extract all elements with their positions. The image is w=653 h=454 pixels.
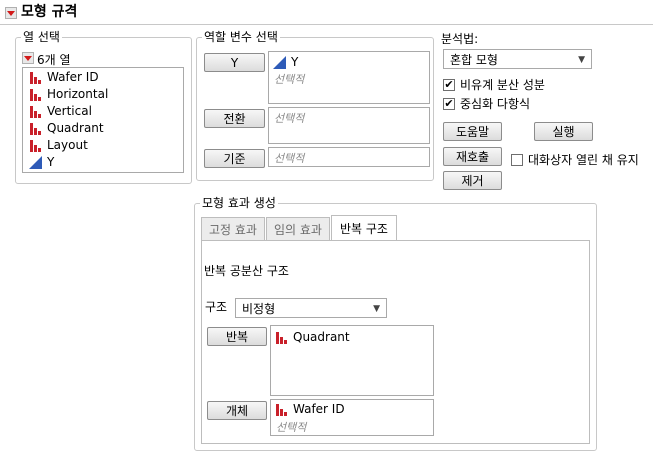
unbounded-variance-label: 비유계 분산 성분 (460, 78, 545, 92)
column-label: Horizontal (47, 87, 109, 101)
repeated-role-button[interactable]: 반복 (207, 327, 267, 346)
subject-role-list[interactable]: Wafer ID 선택적 (270, 399, 434, 436)
tab-random-effects[interactable]: 임의 효과 (266, 217, 330, 240)
column-label: Y (47, 155, 55, 169)
column-label: Vertical (47, 104, 92, 118)
continuous-wedge-icon (29, 155, 43, 169)
unbounded-variance-option[interactable]: ✔ 비유계 분산 성분 (443, 76, 545, 93)
freq-role-list[interactable]: 선택적 (268, 107, 430, 144)
list-item[interactable]: Quadrant (29, 120, 104, 136)
y-role-item: Y (291, 55, 299, 69)
column-label: Quadrant (47, 121, 104, 135)
analysis-label: 분석법: (441, 32, 479, 46)
repeated-role-item: Quadrant (293, 330, 350, 344)
continuous-wedge-icon (273, 55, 287, 69)
column-list[interactable]: Wafer ID Horizontal Vertical Quadrant La… (22, 67, 184, 173)
checkbox-unchecked-icon[interactable] (511, 153, 523, 166)
model-effects-legend: 모형 효과 생성 (200, 196, 278, 210)
disclosure-icon[interactable] (5, 7, 17, 19)
effects-tabbar: 고정 효과 임의 효과 반복 구조 (201, 215, 591, 240)
list-item[interactable]: Horizontal (29, 86, 108, 102)
list-item[interactable]: Y (29, 154, 54, 170)
chevron-down-icon: ▼ (373, 304, 380, 314)
column-list-menu-icon[interactable] (22, 52, 34, 64)
structure-label: 구조 (205, 300, 228, 314)
nominal-bar-icon (29, 122, 43, 135)
column-label: Wafer ID (47, 70, 99, 84)
nominal-bar-icon (29, 88, 43, 101)
checkbox-checked-icon[interactable]: ✔ (443, 78, 455, 91)
tab-repeated-structure[interactable]: 반복 구조 (331, 215, 397, 240)
list-item[interactable]: Vertical (29, 103, 92, 119)
nominal-bar-icon (275, 331, 289, 344)
repeated-covariance-heading: 반복 공분산 구조 (204, 264, 289, 278)
list-item[interactable]: Wafer ID (275, 401, 345, 417)
subject-role-placeholder: 선택적 (276, 421, 307, 434)
keep-dialog-open-label: 대화상자 열린 채 유지 (528, 153, 639, 167)
by-role-placeholder: 선택적 (274, 152, 305, 165)
analysis-method-select[interactable]: 혼합 모형 ▼ (443, 49, 592, 69)
center-polynomial-option[interactable]: ✔ 중심화 다항식 (443, 95, 530, 112)
checkbox-checked-icon[interactable]: ✔ (443, 97, 455, 110)
center-polynomial-label: 중심화 다항식 (460, 97, 531, 111)
repeated-role-list[interactable]: Quadrant (270, 325, 434, 396)
remove-button[interactable]: 제거 (443, 171, 502, 190)
recall-button[interactable]: 재호출 (443, 147, 502, 166)
nominal-bar-icon (29, 71, 43, 84)
help-button[interactable]: 도움말 (443, 122, 502, 141)
y-role-button[interactable]: Y (204, 53, 265, 72)
analysis-method-value: 혼합 모형 (450, 52, 498, 67)
freq-role-button[interactable]: 전환 (204, 109, 265, 128)
role-select-legend: 역할 변수 선택 (202, 30, 280, 44)
list-item[interactable]: Layout (29, 137, 88, 153)
column-label: Layout (47, 138, 88, 152)
subject-role-button[interactable]: 개체 (207, 401, 267, 420)
list-item[interactable]: Wafer ID (29, 69, 99, 85)
run-button[interactable]: 실행 (534, 122, 593, 141)
subject-role-item: Wafer ID (293, 402, 345, 416)
y-role-placeholder: 선택적 (274, 73, 305, 86)
nominal-bar-icon (29, 139, 43, 152)
covariance-structure-select[interactable]: 비정형 ▼ (235, 298, 387, 318)
nominal-bar-icon (29, 105, 43, 118)
window-title: 모형 규격 (21, 4, 78, 20)
title-divider (0, 24, 653, 25)
nominal-bar-icon (275, 403, 289, 416)
by-role-list[interactable]: 선택적 (268, 147, 430, 167)
covariance-structure-value: 비정형 (242, 301, 276, 316)
by-role-button[interactable]: 기준 (204, 149, 265, 168)
column-count-label: 6개 열 (37, 53, 71, 67)
keep-dialog-open-option[interactable]: 대화상자 열린 채 유지 (511, 151, 639, 168)
list-item[interactable]: Quadrant (275, 329, 350, 345)
y-role-list[interactable]: Y 선택적 (268, 51, 430, 104)
freq-role-placeholder: 선택적 (274, 112, 305, 125)
tab-fixed-effects[interactable]: 고정 효과 (201, 217, 265, 240)
column-select-legend: 열 선택 (21, 30, 62, 44)
chevron-down-icon: ▼ (578, 55, 585, 65)
list-item[interactable]: Y (273, 54, 298, 70)
